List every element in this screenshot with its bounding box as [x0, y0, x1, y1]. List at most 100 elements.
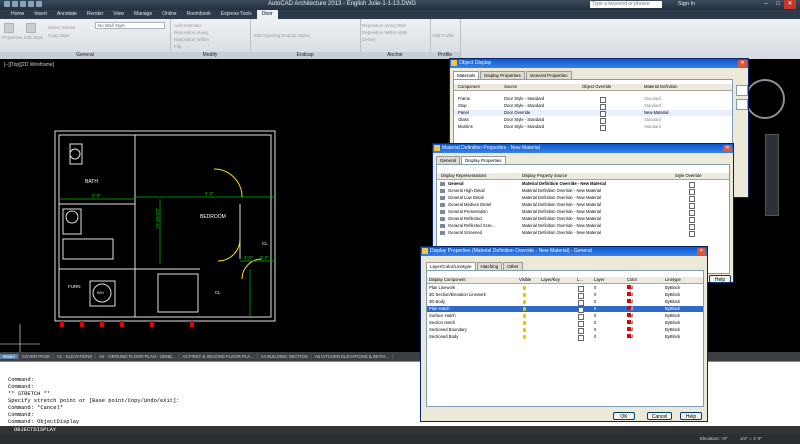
layout-tab-cover[interactable]: COVER PAGE — [19, 354, 54, 359]
column-header[interactable]: Display Component — [429, 277, 466, 283]
new-icon[interactable] — [4, 1, 10, 7]
tab-other[interactable]: Other — [503, 262, 523, 270]
visible-bulb-icon[interactable] — [523, 307, 526, 311]
visible-bulb-icon[interactable] — [523, 293, 526, 297]
table-row[interactable]: Frame Door Style - Standard Standard — [454, 96, 732, 103]
scale-readout[interactable]: 1/4" = 1'-0" — [740, 434, 762, 444]
color-cell[interactable]: red — [627, 285, 633, 291]
layout-tab-a2[interactable]: A2 - GROUND FLOOR PLAN - GENE... — [96, 354, 180, 359]
column-header[interactable]: Color — [627, 277, 637, 283]
visible-bulb-icon[interactable] — [523, 314, 526, 318]
table-row[interactable]: General Material Definition Override - Ne… — [437, 181, 729, 188]
properties-button[interactable]: Properties — [2, 35, 23, 40]
column-header[interactable]: L... — [577, 277, 583, 283]
tab-annotate[interactable]: Annotate — [52, 10, 82, 19]
table-row[interactable]: General Medium Detail Material Definition… — [437, 202, 729, 209]
tab-express-tools[interactable]: Express Tools — [216, 10, 257, 19]
tab-materials[interactable]: Materials — [453, 71, 480, 79]
column-header[interactable]: Layer/Key — [541, 277, 560, 283]
visible-bulb-icon[interactable] — [523, 321, 526, 325]
color-cell[interactable]: red — [627, 327, 633, 333]
column-header[interactable]: Source — [504, 84, 517, 90]
visible-bulb-icon[interactable] — [523, 335, 526, 339]
select-similar-button[interactable]: Select Similar — [48, 25, 76, 30]
edit-style-button[interactable]: Edit Style — [24, 35, 43, 40]
undo-icon[interactable] — [28, 1, 34, 7]
tab-insert[interactable]: Insert — [29, 10, 52, 19]
table-row[interactable]: Panel Door Override New Material — [454, 110, 732, 117]
color-cell[interactable]: red — [627, 306, 633, 312]
table-row[interactable]: Sectioned Body 0 red ByBlock — [427, 334, 703, 341]
table-row[interactable]: Plan Hatch 0 red ByBlock — [427, 306, 703, 313]
layer-key-checkbox[interactable] — [578, 335, 584, 341]
quick-access-toolbar[interactable] — [4, 1, 64, 8]
color-cell[interactable]: red — [627, 334, 633, 340]
tab-hatching[interactable]: Hatching — [476, 262, 503, 270]
add-selected-button[interactable]: Add Selected — [174, 23, 201, 28]
reposition-within-button[interactable]: Reposition Within — [174, 37, 209, 42]
save-icon[interactable] — [20, 1, 26, 7]
ok-button[interactable]: OK — [613, 412, 635, 420]
layout-tab-a5[interactable]: A5 KITCHEN ELEVATIONS & DETAI... — [312, 354, 393, 359]
copy-material-icon[interactable] — [736, 99, 748, 110]
redo-icon[interactable] — [36, 1, 42, 7]
add-profile-button[interactable]: Add Profile — [432, 33, 454, 38]
copy-style-button[interactable]: Copy Style — [48, 33, 70, 38]
color-cell[interactable]: red — [627, 292, 633, 298]
help-button[interactable]: Help — [709, 275, 731, 283]
table-row[interactable]: Plan Linework 0 red ByBlock — [427, 285, 703, 292]
column-header[interactable]: Object Override — [582, 84, 611, 90]
reposition-within-wall-button[interactable]: Reposition Within Wall — [362, 30, 407, 35]
table-row[interactable]: General Presentation Material Definition … — [437, 209, 729, 216]
search-input[interactable]: Type a keyword or phrase — [590, 1, 662, 8]
sign-in-link[interactable]: Sign In — [678, 1, 695, 7]
close-icon[interactable]: ✕ — [723, 145, 732, 152]
reposition-along-wall-button[interactable]: Reposition Along Wall — [362, 23, 406, 28]
tab-general[interactable]: General — [436, 156, 461, 164]
column-header[interactable]: Style Override — [675, 173, 702, 179]
material-definition-titlebar[interactable]: Material Definition Properties - New Mat… — [433, 144, 733, 153]
table-row[interactable]: Stop Door Style - Standard Standard — [454, 103, 732, 110]
layout-tab-a3[interactable]: A3.FIRST & SECOND FLOOR PLA... — [179, 354, 258, 359]
edit-material-icon[interactable] — [736, 85, 748, 96]
help-button[interactable]: Help — [680, 412, 702, 420]
tab-layer-color-linetype[interactable]: Layer/Color/Linetype — [426, 262, 476, 270]
cancel-button[interactable]: Cancel — [647, 412, 672, 420]
color-cell[interactable]: red — [627, 313, 633, 319]
table-row[interactable]: 3D Body 0 red ByBlock — [427, 299, 703, 306]
visible-bulb-icon[interactable] — [523, 286, 526, 290]
tab-general-properties[interactable]: General Properties — [525, 71, 572, 79]
color-cell[interactable]: red — [627, 320, 633, 326]
table-row[interactable]: General Screened Material Definition Over… — [437, 230, 729, 237]
style-dropdown[interactable]: No Wall Style — [95, 22, 165, 29]
table-row[interactable]: Muntins Door Style - Standard Standard — [454, 124, 732, 131]
style-override-checkbox[interactable] — [689, 231, 695, 237]
maximize-icon[interactable]: □ — [772, 0, 784, 9]
table-row[interactable]: General Reflected Scre... Material Defini… — [437, 223, 729, 230]
object-display-titlebar[interactable]: Object Display ✕ — [450, 59, 748, 68]
properties-icon[interactable] — [4, 23, 14, 33]
layout-tab-model[interactable]: Model — [0, 354, 19, 359]
close-icon[interactable]: ✕ — [697, 248, 706, 255]
edit-endcap-button[interactable]: Edit Opening Endcap Styles — [254, 33, 310, 38]
tab-display-properties[interactable]: Display Properties — [480, 71, 525, 79]
tab-roombook[interactable]: Roombook — [182, 10, 216, 19]
visible-bulb-icon[interactable] — [523, 328, 526, 332]
close-icon[interactable]: ✕ — [738, 60, 747, 67]
override-checkbox[interactable] — [600, 125, 606, 131]
tab-home[interactable]: Home — [6, 10, 29, 19]
table-row[interactable]: General Low Detail Material Definition Ov… — [437, 195, 729, 202]
column-header[interactable]: Layer — [594, 277, 604, 283]
column-header[interactable]: Display Property Source — [522, 173, 567, 179]
reposition-along-button[interactable]: Reposition Along — [174, 30, 208, 35]
tab-render[interactable]: Render — [82, 10, 108, 19]
display-properties-titlebar[interactable]: Display Properties (Material Definition … — [421, 247, 707, 256]
open-icon[interactable] — [12, 1, 18, 7]
table-row[interactable]: 3D Section/Elevation Linework 0 red ByBlock — [427, 292, 703, 299]
column-header[interactable]: Linetype — [665, 277, 681, 283]
layout-tab-a4[interactable]: A4 BUILDING SECTION — [258, 354, 312, 359]
color-cell[interactable]: red — [627, 299, 633, 305]
table-row[interactable]: General Reflected Material Definition Ove… — [437, 216, 729, 223]
viewcube-icon[interactable] — [745, 79, 785, 119]
edit-style-icon[interactable] — [26, 23, 36, 33]
